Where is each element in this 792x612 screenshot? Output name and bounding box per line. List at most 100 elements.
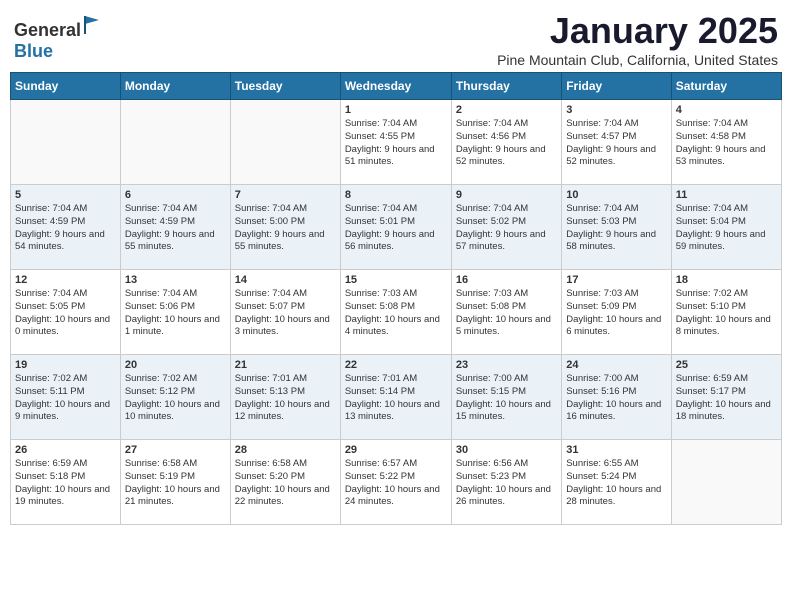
day-number: 16 [456, 274, 557, 286]
day-info: Sunrise: 6:57 AMSunset: 5:22 PMDaylight:… [345, 458, 447, 509]
calendar-cell: 15 Sunrise: 7:03 AMSunset: 5:08 PMDayligh… [340, 270, 451, 355]
day-number: 28 [235, 444, 336, 456]
weekday-header-tuesday: Tuesday [230, 73, 340, 100]
day-number: 3 [566, 104, 666, 116]
day-number: 6 [125, 189, 226, 201]
day-info: Sunrise: 7:04 AMSunset: 4:55 PMDaylight:… [345, 118, 447, 169]
day-number: 14 [235, 274, 336, 286]
day-number: 9 [456, 189, 557, 201]
calendar-cell: 17 Sunrise: 7:03 AMSunset: 5:09 PMDayligh… [562, 270, 671, 355]
calendar-cell [11, 100, 121, 185]
day-number: 17 [566, 274, 666, 286]
day-info: Sunrise: 7:03 AMSunset: 5:08 PMDaylight:… [456, 288, 557, 339]
calendar-cell: 11 Sunrise: 7:04 AMSunset: 5:04 PMDayligh… [671, 185, 781, 270]
day-info: Sunrise: 7:02 AMSunset: 5:10 PMDaylight:… [676, 288, 777, 339]
calendar-cell: 8 Sunrise: 7:04 AMSunset: 5:01 PMDaylight… [340, 185, 451, 270]
day-number: 21 [235, 359, 336, 371]
day-number: 13 [125, 274, 226, 286]
weekday-header-monday: Monday [120, 73, 230, 100]
weekday-header-friday: Friday [562, 73, 671, 100]
day-number: 20 [125, 359, 226, 371]
calendar-cell: 29 Sunrise: 6:57 AMSunset: 5:22 PMDayligh… [340, 440, 451, 525]
day-info: Sunrise: 7:00 AMSunset: 5:15 PMDaylight:… [456, 373, 557, 424]
calendar-week-row: 5 Sunrise: 7:04 AMSunset: 4:59 PMDaylight… [11, 185, 782, 270]
day-info: Sunrise: 7:04 AMSunset: 4:56 PMDaylight:… [456, 118, 557, 169]
day-info: Sunrise: 7:00 AMSunset: 5:16 PMDaylight:… [566, 373, 666, 424]
day-number: 27 [125, 444, 226, 456]
day-number: 5 [15, 189, 116, 201]
calendar-week-row: 1 Sunrise: 7:04 AMSunset: 4:55 PMDaylight… [11, 100, 782, 185]
day-number: 1 [345, 104, 447, 116]
day-info: Sunrise: 7:04 AMSunset: 4:58 PMDaylight:… [676, 118, 777, 169]
day-info: Sunrise: 7:04 AMSunset: 5:05 PMDaylight:… [15, 288, 116, 339]
calendar-cell: 19Sunrise: 7:02 AMSunset: 5:11 PMDayligh… [11, 355, 121, 440]
calendar-week-row: 19Sunrise: 7:02 AMSunset: 5:11 PMDayligh… [11, 355, 782, 440]
calendar-cell: 20 Sunrise: 7:02 AMSunset: 5:12 PMDayligh… [120, 355, 230, 440]
day-info: Sunrise: 7:02 AMSunset: 5:11 PMDaylight:… [15, 373, 116, 424]
calendar-cell: 5 Sunrise: 7:04 AMSunset: 4:59 PMDaylight… [11, 185, 121, 270]
day-number: 18 [676, 274, 777, 286]
calendar-cell [671, 440, 781, 525]
calendar-cell: 21 Sunrise: 7:01 AMSunset: 5:13 PMDayligh… [230, 355, 340, 440]
calendar-cell [230, 100, 340, 185]
day-number: 4 [676, 104, 777, 116]
calendar-cell: 4 Sunrise: 7:04 AMSunset: 4:58 PMDaylight… [671, 100, 781, 185]
day-number: 24 [566, 359, 666, 371]
day-info: Sunrise: 7:04 AMSunset: 4:57 PMDaylight:… [566, 118, 666, 169]
day-info: Sunrise: 7:03 AMSunset: 5:09 PMDaylight:… [566, 288, 666, 339]
day-number: 15 [345, 274, 447, 286]
calendar-cell: 12 Sunrise: 7:04 AMSunset: 5:05 PMDayligh… [11, 270, 121, 355]
day-info: Sunrise: 6:58 AMSunset: 5:19 PMDaylight:… [125, 458, 226, 509]
day-info: Sunrise: 7:02 AMSunset: 5:12 PMDaylight:… [125, 373, 226, 424]
day-info: Sunrise: 7:04 AMSunset: 5:01 PMDaylight:… [345, 203, 447, 254]
day-info: Sunrise: 7:04 AMSunset: 5:07 PMDaylight:… [235, 288, 336, 339]
day-number: 31 [566, 444, 666, 456]
calendar-cell: 2Sunrise: 7:04 AMSunset: 4:56 PMDaylight… [451, 100, 561, 185]
calendar-week-row: 12 Sunrise: 7:04 AMSunset: 5:05 PMDayligh… [11, 270, 782, 355]
calendar-cell: 6 Sunrise: 7:04 AMSunset: 4:59 PMDaylight… [120, 185, 230, 270]
day-number: 22 [345, 359, 447, 371]
day-number: 10 [566, 189, 666, 201]
day-number: 26 [15, 444, 116, 456]
day-number: 11 [676, 189, 777, 201]
day-info: Sunrise: 7:04 AMSunset: 5:03 PMDaylight:… [566, 203, 666, 254]
calendar-week-row: 26Sunrise: 6:59 AMSunset: 5:18 PMDayligh… [11, 440, 782, 525]
calendar-cell: 25Sunrise: 6:59 AMSunset: 5:17 PMDayligh… [671, 355, 781, 440]
calendar-cell: 1 Sunrise: 7:04 AMSunset: 4:55 PMDaylight… [340, 100, 451, 185]
calendar-cell [120, 100, 230, 185]
calendar-cell: 10 Sunrise: 7:04 AMSunset: 5:03 PMDayligh… [562, 185, 671, 270]
day-number: 7 [235, 189, 336, 201]
calendar-cell: 27 Sunrise: 6:58 AMSunset: 5:19 PMDayligh… [120, 440, 230, 525]
calendar-cell: 26Sunrise: 6:59 AMSunset: 5:18 PMDayligh… [11, 440, 121, 525]
day-info: Sunrise: 6:58 AMSunset: 5:20 PMDaylight:… [235, 458, 336, 509]
day-info: Sunrise: 7:03 AMSunset: 5:08 PMDaylight:… [345, 288, 447, 339]
logo-general-label: General [14, 20, 81, 40]
day-info: Sunrise: 7:04 AMSunset: 5:00 PMDaylight:… [235, 203, 336, 254]
day-number: 23 [456, 359, 557, 371]
day-info: Sunrise: 6:56 AMSunset: 5:23 PMDaylight:… [456, 458, 557, 509]
calendar-header-row: SundayMondayTuesdayWednesdayThursdayFrid… [11, 73, 782, 100]
day-info: Sunrise: 6:55 AMSunset: 5:24 PMDaylight:… [566, 458, 666, 509]
page-header: General Blue January 2025 Pine Mountain … [10, 10, 782, 68]
day-number: 29 [345, 444, 447, 456]
day-number: 8 [345, 189, 447, 201]
day-info: Sunrise: 7:04 AMSunset: 4:59 PMDaylight:… [125, 203, 226, 254]
calendar-cell: 7 Sunrise: 7:04 AMSunset: 5:00 PMDaylight… [230, 185, 340, 270]
calendar-cell: 13 Sunrise: 7:04 AMSunset: 5:06 PMDayligh… [120, 270, 230, 355]
logo-flag-icon [83, 14, 101, 36]
title-area: January 2025 Pine Mountain Club, Califor… [497, 10, 778, 68]
day-info: Sunrise: 7:01 AMSunset: 5:13 PMDaylight:… [235, 373, 336, 424]
calendar-cell: 23 Sunrise: 7:00 AMSunset: 5:15 PMDayligh… [451, 355, 561, 440]
day-info: Sunrise: 7:04 AMSunset: 5:04 PMDaylight:… [676, 203, 777, 254]
day-info: Sunrise: 7:04 AMSunset: 5:06 PMDaylight:… [125, 288, 226, 339]
weekday-header-thursday: Thursday [451, 73, 561, 100]
calendar-cell: 16 Sunrise: 7:03 AMSunset: 5:08 PMDayligh… [451, 270, 561, 355]
day-info: Sunrise: 7:04 AMSunset: 5:02 PMDaylight:… [456, 203, 557, 254]
weekday-header-sunday: Sunday [11, 73, 121, 100]
calendar-cell: 28 Sunrise: 6:58 AMSunset: 5:20 PMDayligh… [230, 440, 340, 525]
location-label: Pine Mountain Club, California, United S… [497, 52, 778, 68]
day-number: 12 [15, 274, 116, 286]
weekday-header-wednesday: Wednesday [340, 73, 451, 100]
calendar-cell: 31 Sunrise: 6:55 AMSunset: 5:24 PMDayligh… [562, 440, 671, 525]
day-info: Sunrise: 7:04 AMSunset: 4:59 PMDaylight:… [15, 203, 116, 254]
